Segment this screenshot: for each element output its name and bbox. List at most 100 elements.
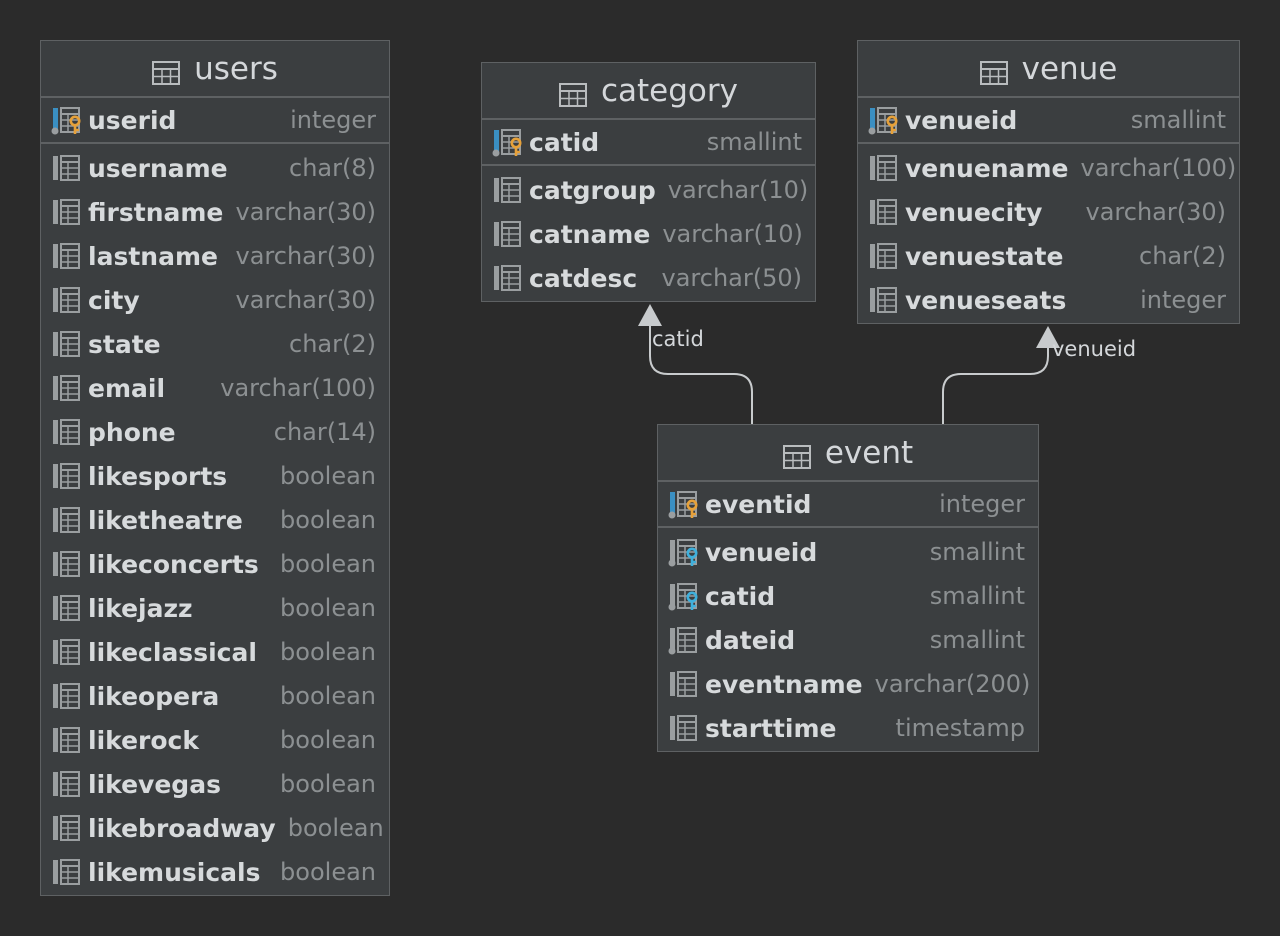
- column-row-venueseats[interactable]: venueseats integer: [858, 278, 1239, 322]
- column-name: likejazz: [88, 593, 193, 623]
- column-icon: [51, 461, 85, 491]
- column-type: smallint: [706, 128, 802, 156]
- column-row-city[interactable]: city varchar(30): [41, 278, 389, 322]
- column-name: lastname: [88, 241, 218, 271]
- column-row-catdesc[interactable]: catdesc varchar(50): [482, 256, 815, 300]
- column-icon: [492, 263, 526, 293]
- column-icon: [868, 241, 902, 271]
- table-venue[interactable]: venue venueid smallint venuename varchar(…: [857, 40, 1240, 324]
- column-name: eventname: [705, 669, 863, 699]
- table-category[interactable]: category catid smallint catgroup varchar(…: [481, 62, 816, 302]
- column-icon: [51, 505, 85, 535]
- column-type: varchar(30): [235, 242, 377, 270]
- column-type: smallint: [929, 538, 1025, 566]
- column-row-venueid[interactable]: venueid smallint: [658, 530, 1038, 574]
- column-row-likeopera[interactable]: likeopera boolean: [41, 674, 389, 718]
- column-name: liketheatre: [88, 505, 243, 535]
- column-name: likeopera: [88, 681, 220, 711]
- column-row-likeconcerts[interactable]: likeconcerts boolean: [41, 542, 389, 586]
- column-row-likeclassical[interactable]: likeclassical boolean: [41, 630, 389, 674]
- column-type: varchar(100): [1080, 154, 1237, 182]
- diagram-canvas: catid venueid users userid integer usern…: [0, 0, 1280, 936]
- column-row-dateid[interactable]: dateid smallint: [658, 618, 1038, 662]
- column-list: username char(8) firstname varchar(30) lastn…: [41, 144, 389, 894]
- table-title: venue: [1021, 50, 1118, 87]
- column-type: boolean: [280, 506, 376, 534]
- edge-event-category-arrow: [638, 304, 662, 326]
- column-icon: [51, 549, 85, 579]
- column-icon: [51, 681, 85, 711]
- column-list: venueid smallint catid smallint dateid smalli…: [658, 528, 1038, 750]
- column-type: boolean: [280, 770, 376, 798]
- column-row-venuestate[interactable]: venuestate char(2): [858, 234, 1239, 278]
- column-name: likemusicals: [88, 857, 261, 887]
- column-type: boolean: [280, 594, 376, 622]
- column-name: venueid: [905, 105, 1018, 135]
- primary-key-icon: [51, 105, 85, 135]
- table-header[interactable]: event: [658, 425, 1038, 482]
- column-type: smallint: [929, 582, 1025, 610]
- column-icon: [492, 175, 526, 205]
- column-row-state[interactable]: state char(2): [41, 322, 389, 366]
- primary-key-row[interactable]: eventid integer: [658, 482, 1038, 528]
- table-icon: [782, 441, 811, 469]
- column-icon: [51, 153, 85, 183]
- column-row-phone[interactable]: phone char(14): [41, 410, 389, 454]
- column-type: varchar(10): [667, 176, 809, 204]
- column-name: likeclassical: [88, 637, 257, 667]
- table-header[interactable]: venue: [858, 41, 1239, 98]
- column-row-likerock[interactable]: likerock boolean: [41, 718, 389, 762]
- column-icon: [868, 197, 902, 227]
- column-type: boolean: [280, 682, 376, 710]
- column-row-firstname[interactable]: firstname varchar(30): [41, 190, 389, 234]
- column-name: firstname: [88, 197, 224, 227]
- column-type: varchar(100): [220, 374, 376, 402]
- column-list: venuename varchar(100) venuecity varchar(30…: [858, 144, 1239, 322]
- table-title: category: [600, 72, 738, 109]
- column-row-starttime[interactable]: starttime timestamp: [658, 706, 1038, 750]
- column-row-likebroadway[interactable]: likebroadway boolean: [41, 806, 389, 850]
- column-row-username[interactable]: username char(8): [41, 146, 389, 190]
- column-row-liketheatre[interactable]: liketheatre boolean: [41, 498, 389, 542]
- column-row-catid[interactable]: catid smallint: [658, 574, 1038, 618]
- column-icon: [51, 725, 85, 755]
- index-column-icon: [668, 625, 702, 655]
- column-row-eventname[interactable]: eventname varchar(200): [658, 662, 1038, 706]
- column-row-likesports[interactable]: likesports boolean: [41, 454, 389, 498]
- table-title: event: [824, 434, 914, 471]
- column-row-lastname[interactable]: lastname varchar(30): [41, 234, 389, 278]
- column-row-likemusicals[interactable]: likemusicals boolean: [41, 850, 389, 894]
- column-name: likebroadway: [88, 813, 276, 843]
- edge-event-venue[interactable]: [942, 344, 1049, 425]
- column-row-catname[interactable]: catname varchar(10): [482, 212, 815, 256]
- table-header[interactable]: users: [41, 41, 389, 98]
- table-icon: [152, 57, 181, 85]
- column-name: city: [88, 285, 140, 315]
- table-users[interactable]: users userid integer username char(8) firs…: [40, 40, 390, 896]
- column-name: venueid: [705, 537, 818, 567]
- column-icon: [51, 593, 85, 623]
- column-row-likejazz[interactable]: likejazz boolean: [41, 586, 389, 630]
- table-event[interactable]: event eventid integer venueid smallint cat…: [657, 424, 1039, 752]
- column-type: char(8): [289, 154, 376, 182]
- column-type: smallint: [1130, 106, 1226, 134]
- column-row-venuecity[interactable]: venuecity varchar(30): [858, 190, 1239, 234]
- column-type: char(2): [289, 330, 376, 358]
- column-type: char(14): [273, 418, 376, 446]
- primary-key-icon: [668, 489, 702, 519]
- column-type: varchar(30): [235, 286, 377, 314]
- column-row-likevegas[interactable]: likevegas boolean: [41, 762, 389, 806]
- column-name: likevegas: [88, 769, 221, 799]
- column-icon: [51, 285, 85, 315]
- column-row-email[interactable]: email varchar(100): [41, 366, 389, 410]
- primary-key-row[interactable]: venueid smallint: [858, 98, 1239, 144]
- column-icon: [51, 329, 85, 359]
- column-name: venuecity: [905, 197, 1043, 227]
- primary-key-row[interactable]: catid smallint: [482, 120, 815, 166]
- column-row-catgroup[interactable]: catgroup varchar(10): [482, 168, 815, 212]
- column-name: catid: [529, 127, 600, 157]
- column-row-venuename[interactable]: venuename varchar(100): [858, 146, 1239, 190]
- table-header[interactable]: category: [482, 63, 815, 120]
- foreign-key-icon: [668, 581, 702, 611]
- primary-key-row[interactable]: userid integer: [41, 98, 389, 144]
